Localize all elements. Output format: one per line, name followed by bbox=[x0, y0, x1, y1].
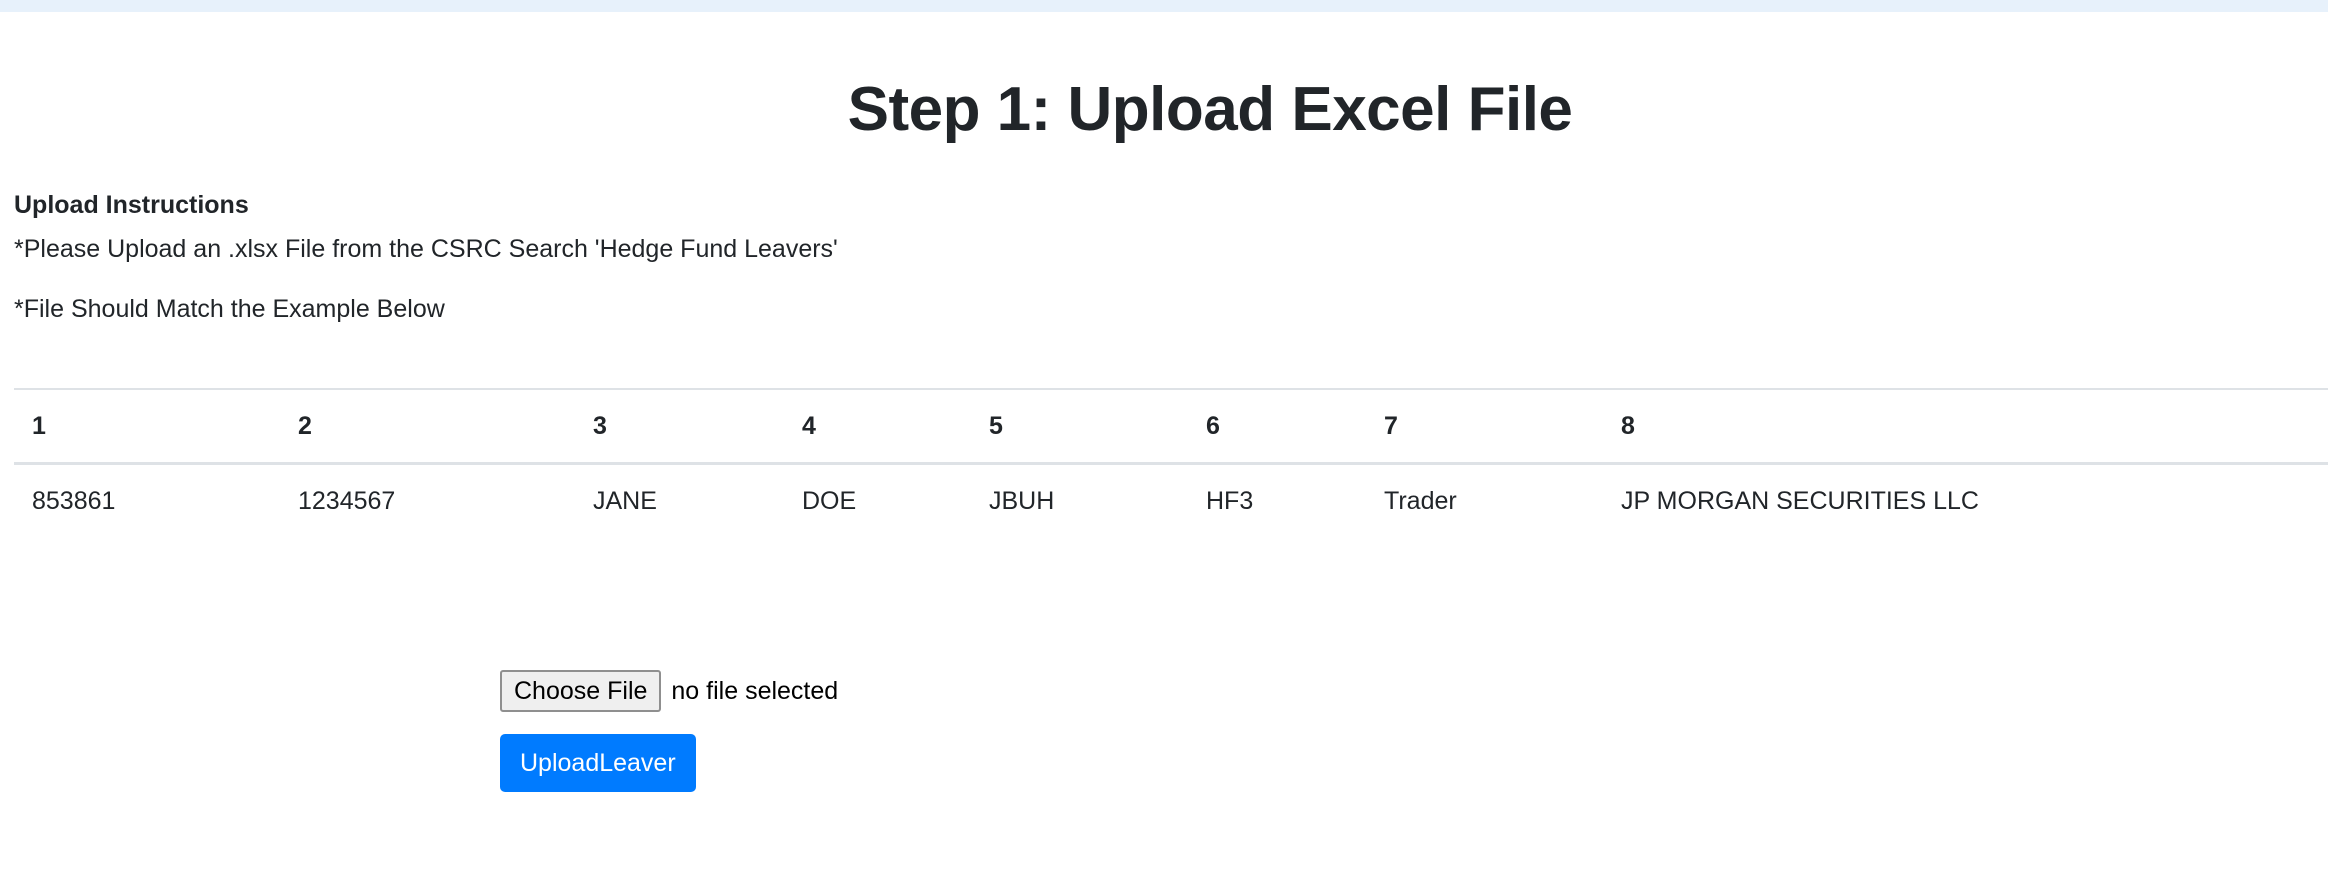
table-cell: JANE bbox=[593, 486, 657, 515]
top-header-strip bbox=[0, 0, 2328, 12]
column-header: 7 bbox=[1366, 388, 1603, 465]
column-header: 6 bbox=[1188, 388, 1366, 465]
instructions-heading: Upload Instructions bbox=[14, 191, 249, 219]
column-header: 3 bbox=[575, 388, 784, 465]
column-header: 1 bbox=[14, 388, 280, 465]
column-header: 8 bbox=[1603, 388, 2328, 465]
column-header: 5 bbox=[971, 388, 1188, 465]
file-status-text: no file selected bbox=[671, 676, 839, 705]
example-table: 1 2 3 4 5 6 7 8 853861 1234567 JANE DOE … bbox=[14, 388, 2328, 537]
column-header: 2 bbox=[280, 388, 575, 465]
table-cell: 853861 bbox=[32, 486, 116, 515]
file-input-row: Choose File no file selected bbox=[500, 670, 838, 712]
table-cell: HF3 bbox=[1206, 486, 1254, 515]
table-cell: 1234567 bbox=[298, 486, 396, 515]
choose-file-button[interactable]: Choose File bbox=[500, 670, 662, 712]
table-cell: Trader bbox=[1384, 486, 1457, 515]
table-row: 853861 1234567 JANE DOE JBUH HF3 Trader … bbox=[14, 464, 2328, 538]
upload-leaver-button[interactable]: UploadLeaver bbox=[500, 734, 696, 792]
table-header-row: 1 2 3 4 5 6 7 8 bbox=[14, 388, 2328, 465]
page-title: Step 1: Upload Excel File bbox=[847, 75, 1573, 144]
instruction-line-match-example: *File Should Match the Example Below bbox=[14, 295, 445, 323]
column-header: 4 bbox=[784, 388, 971, 465]
instruction-line-file-type: *Please Upload an .xlsx File from the CS… bbox=[14, 235, 838, 263]
table-cell: JBUH bbox=[989, 486, 1055, 515]
table-cell: DOE bbox=[802, 486, 857, 515]
table-cell: JP MORGAN SECURITIES LLC bbox=[1621, 486, 1979, 515]
